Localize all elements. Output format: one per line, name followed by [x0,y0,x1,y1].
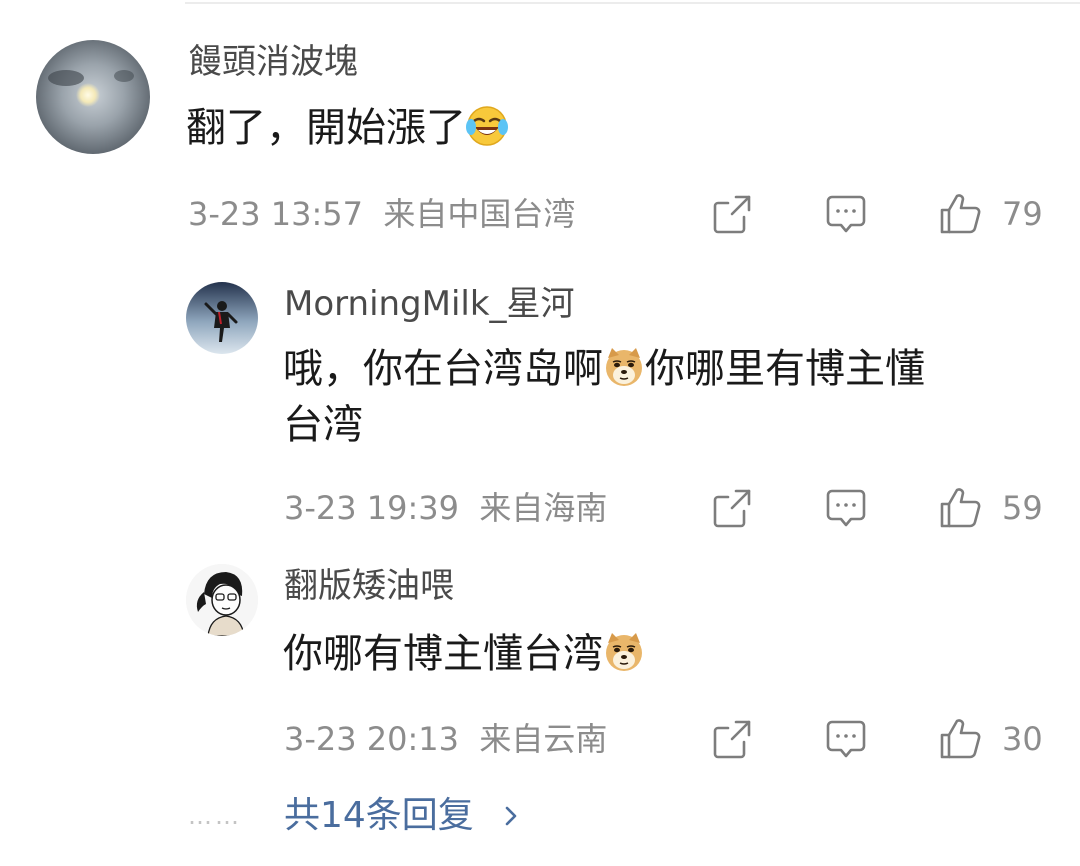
more-replies-dots: …… [188,802,242,830]
like-count: 79 [1002,195,1043,233]
laughing-crying-emoji-icon [466,105,508,147]
comment-username[interactable]: 翻版矮油喂 [284,566,454,606]
comment-text: 你哪有博主懂台湾 [283,626,645,682]
like-count: 30 [1002,720,1043,758]
comment-text: 哦，你在台湾岛啊 你哪里有博主懂 台湾 [283,341,1043,453]
comment-text-body-continued: 你哪里有博主懂 [645,346,925,392]
comment-icon[interactable] [824,192,868,236]
comment-text-line2: 台湾 [283,402,363,448]
comment-username[interactable]: 饅頭消波塊 [188,42,358,82]
avatar[interactable] [186,282,258,354]
comment-location: 来自海南 [479,489,608,527]
thumbs-up-icon[interactable] [938,486,982,530]
comment-meta: 3-23 13:57 来自中国台湾 [188,194,575,234]
comment-date: 3-23 13:57 [188,195,364,233]
share-icon[interactable] [710,192,754,236]
comment-text: 翻了，開始漲了 [186,100,508,156]
thumbs-up-icon[interactable] [938,717,982,761]
doge-emoji-icon [603,346,645,388]
comment-text-body: 你哪有博主懂台湾 [283,631,603,677]
chevron-right-icon[interactable] [500,805,522,827]
doge-emoji-icon [603,631,645,673]
comment-location: 来自云南 [479,720,608,758]
avatar[interactable] [186,564,258,636]
comment-text-body: 哦，你在台湾岛啊 [283,346,603,392]
comment-username[interactable]: MorningMilk_星河 [284,284,575,324]
divider [185,2,1080,4]
comment-meta: 3-23 20:13 来自云南 [284,719,607,759]
avatar[interactable] [36,40,150,154]
more-replies-link[interactable]: 共14条回复 [284,793,474,839]
comment-meta: 3-23 19:39 来自海南 [284,488,607,528]
comment-icon[interactable] [824,717,868,761]
share-icon[interactable] [710,486,754,530]
thumbs-up-icon[interactable] [938,192,982,236]
comment-location: 来自中国台湾 [383,195,576,233]
comment-date: 3-23 19:39 [284,489,460,527]
comment-text-body: 翻了，開始漲了 [186,105,466,151]
comment-icon[interactable] [824,486,868,530]
comment-date: 3-23 20:13 [284,720,460,758]
like-count: 59 [1002,489,1043,527]
share-icon[interactable] [710,717,754,761]
